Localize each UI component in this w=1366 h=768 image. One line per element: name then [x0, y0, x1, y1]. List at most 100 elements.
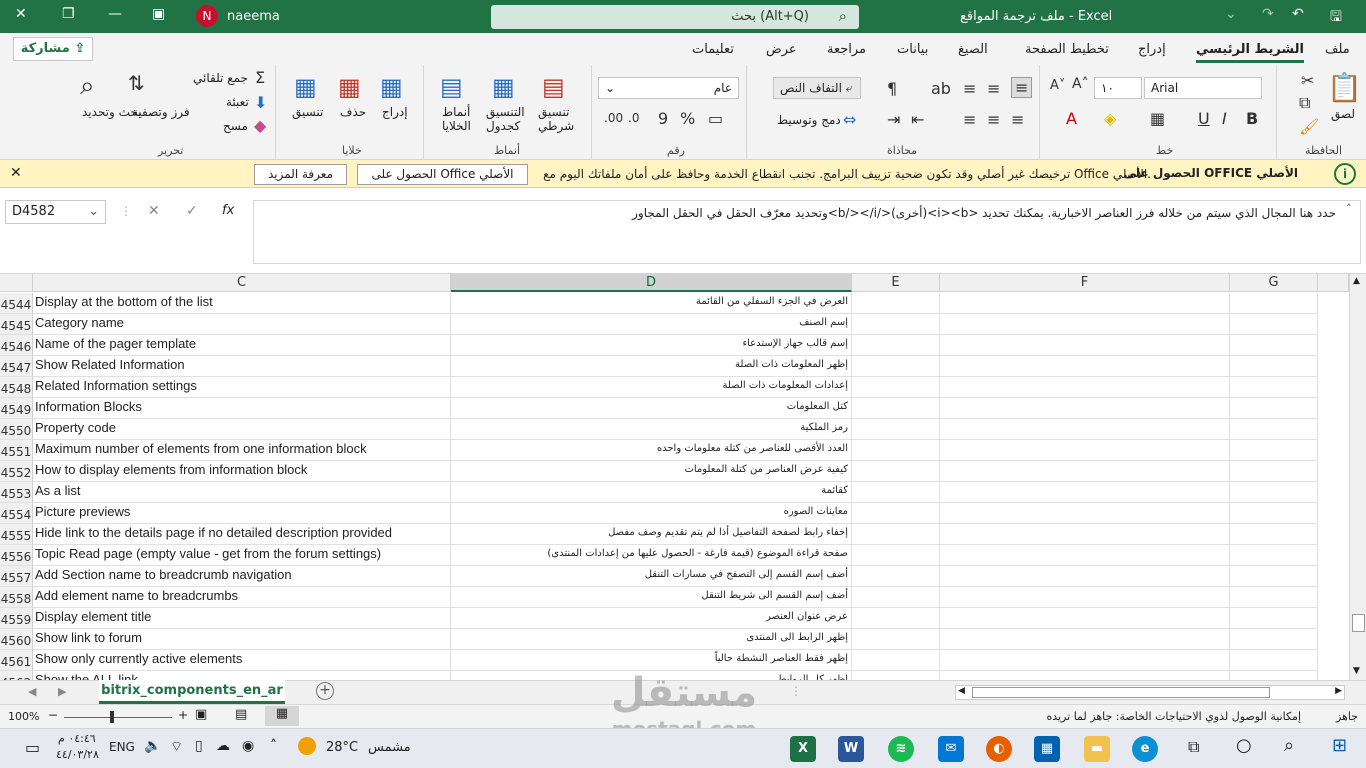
user-name[interactable]: naeema — [227, 9, 280, 24]
row-number[interactable]: 4549 — [0, 398, 33, 419]
select-all-corner[interactable] — [0, 274, 33, 292]
cell-english[interactable]: Show Related Information — [33, 356, 451, 377]
sort-filter-label[interactable]: فرز وتصفية — [132, 105, 190, 119]
cell-english[interactable]: How to display elements from information… — [33, 461, 451, 482]
font-name-select[interactable]: Arial — [1144, 77, 1262, 99]
cell-arabic[interactable]: صفحة قراءة الموضوع (قيمة فارغة - الحصول … — [451, 545, 852, 566]
name-box[interactable]: D4582 ⌄ — [5, 200, 106, 224]
paste-icon[interactable]: 📋 — [1327, 71, 1362, 104]
vertical-scroll-thumb[interactable] — [1352, 614, 1365, 632]
splitter-dots-icon[interactable]: ⋮ — [790, 684, 802, 698]
cell-empty[interactable] — [1230, 419, 1318, 440]
cell-arabic[interactable]: العدد الأقصى للعناصر من كتلة معلومات واح… — [451, 440, 852, 461]
cell-empty[interactable] — [1230, 335, 1318, 356]
number-format-select[interactable]: عام ⌄ — [598, 77, 739, 99]
share-button[interactable]: مشاركة ⇪ — [13, 37, 93, 61]
save-icon[interactable]: 🖫 — [1330, 6, 1342, 30]
cell-arabic[interactable]: أضف إسم القسم إلى التصفح في مسارات التنق… — [451, 566, 852, 587]
scroll-up-icon[interactable]: ▲ — [1353, 276, 1360, 286]
cell-english[interactable]: Hide link to the details page if no deta… — [33, 524, 451, 545]
cancel-icon[interactable]: ✕ — [148, 203, 160, 219]
increase-decimal-icon[interactable]: .0 — [628, 111, 639, 125]
add-sheet-icon[interactable]: + — [316, 682, 334, 700]
cell-empty[interactable] — [852, 566, 940, 587]
font-color-icon[interactable]: A — [1066, 109, 1077, 128]
cell-english[interactable]: Add Section name to breadcrumb navigatio… — [33, 566, 451, 587]
cell-empty[interactable] — [940, 314, 1230, 335]
zoom-level[interactable]: 100% — [8, 710, 39, 723]
cell-empty[interactable] — [1230, 293, 1318, 314]
cell-empty[interactable] — [852, 398, 940, 419]
cell-empty[interactable] — [852, 335, 940, 356]
cut-icon[interactable]: ✂ — [1301, 71, 1314, 90]
cell-empty[interactable] — [940, 503, 1230, 524]
sheet-tab[interactable]: bitrix_components_en_ar — [99, 680, 285, 704]
comma-style-icon[interactable]: 9 — [658, 109, 668, 128]
insert-label[interactable]: إدراج — [382, 105, 408, 119]
formula-input[interactable]: حدد هنا المجال الذي سيتم من خلاله فرز ال… — [253, 200, 1361, 264]
row-number[interactable]: 4556 — [0, 545, 33, 566]
cell-empty[interactable] — [1230, 482, 1318, 503]
underline-icon[interactable]: U — [1198, 109, 1210, 128]
clock-date[interactable]: ٤٤/٠٣/٢٨ — [56, 748, 99, 761]
column-header-d[interactable]: D — [451, 274, 852, 292]
decrease-indent-icon[interactable]: ⇤ — [911, 110, 924, 129]
tab-page-layout[interactable]: تخطيط الصفحة — [1025, 42, 1109, 57]
cell-empty[interactable] — [852, 503, 940, 524]
cell-empty[interactable] — [940, 608, 1230, 629]
wrap-text-button[interactable]: التفاف النص ⤶ — [773, 77, 861, 99]
cell-empty[interactable] — [852, 314, 940, 335]
cell-empty[interactable] — [852, 419, 940, 440]
cell-styles-icon[interactable]: ▤ — [440, 73, 463, 101]
cell-arabic[interactable]: إسم الصنف — [451, 314, 852, 335]
collapse-formula-icon[interactable]: ˄ — [1346, 202, 1352, 215]
page-layout-view-icon[interactable]: ▤ — [235, 707, 247, 722]
row-number[interactable]: 4552 — [0, 461, 33, 482]
delete-label[interactable]: حذف — [340, 105, 366, 119]
scroll-left-icon[interactable]: ◀ — [958, 686, 965, 696]
fill-icon[interactable]: ⬇ — [254, 93, 267, 112]
cell-arabic[interactable]: كقائمة — [451, 482, 852, 503]
tab-data[interactable]: بيانات — [897, 42, 928, 57]
normal-view-icon[interactable]: ▦ — [265, 706, 299, 726]
cell-empty[interactable] — [852, 377, 940, 398]
tab-view[interactable]: عرض — [766, 42, 797, 57]
cell-arabic[interactable]: عرض عنوان العنصر — [451, 608, 852, 629]
cell-empty[interactable] — [1230, 356, 1318, 377]
row-number[interactable]: 4558 — [0, 587, 33, 608]
enter-icon[interactable]: ✓ — [186, 203, 198, 219]
row-number[interactable]: 4555 — [0, 524, 33, 545]
fill-color-icon[interactable]: ◈ — [1104, 109, 1116, 128]
cell-empty[interactable] — [852, 587, 940, 608]
row-number[interactable]: 4546 — [0, 335, 33, 356]
cell-empty[interactable] — [1230, 461, 1318, 482]
cell-empty[interactable] — [940, 587, 1230, 608]
cell-empty[interactable] — [852, 608, 940, 629]
cell-english[interactable]: Show link to forum — [33, 629, 451, 650]
row-number[interactable]: 4561 — [0, 650, 33, 671]
cell-english[interactable]: Display element title — [33, 608, 451, 629]
row-number[interactable]: 4562 — [0, 671, 33, 680]
cell-empty[interactable] — [940, 524, 1230, 545]
cell-arabic[interactable]: إظهر الرابط الى المنتدى — [451, 629, 852, 650]
cell-arabic[interactable]: العرض في الجزء السفلي من القائمة — [451, 293, 852, 314]
align-top-icon[interactable]: ≡ — [963, 79, 976, 98]
cell-english[interactable]: Show the ALL link — [33, 671, 451, 680]
cell-english[interactable]: Topic Read page (empty value - get from … — [33, 545, 451, 566]
cell-english[interactable]: Show only currently active elements — [33, 650, 451, 671]
decrease-decimal-icon[interactable]: .00 — [604, 111, 623, 125]
cell-empty[interactable] — [852, 545, 940, 566]
restore-icon[interactable]: ❐ — [62, 6, 75, 22]
cell-empty[interactable] — [940, 629, 1230, 650]
tab-home[interactable]: الشريط الرئيسي — [1196, 42, 1304, 63]
cell-empty[interactable] — [852, 356, 940, 377]
eraser-icon[interactable]: ◆ — [254, 116, 266, 135]
weather-sun-icon[interactable] — [298, 737, 316, 755]
copy-icon[interactable]: ⧉ — [1299, 93, 1310, 113]
cell-empty[interactable] — [1230, 314, 1318, 335]
task-view-icon[interactable]: ⧉ — [1188, 737, 1199, 757]
close-icon[interactable]: ✕ — [15, 6, 27, 22]
cell-empty[interactable] — [940, 419, 1230, 440]
tab-insert[interactable]: إدراج — [1138, 42, 1166, 57]
cell-english[interactable]: Category name — [33, 314, 451, 335]
